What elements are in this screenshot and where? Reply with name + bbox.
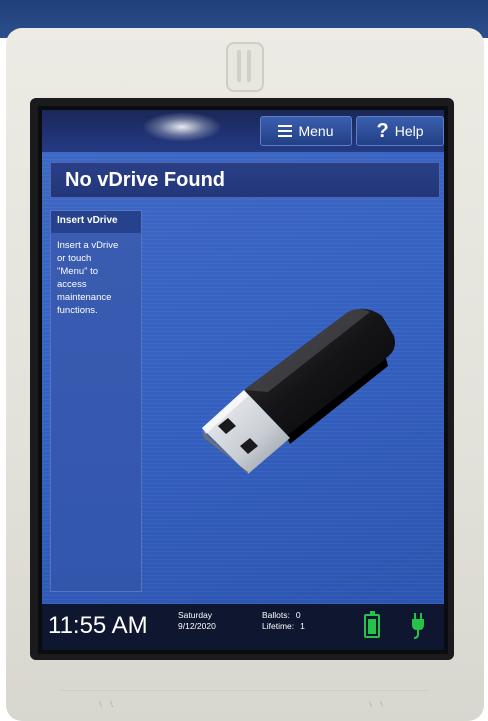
menu-button[interactable]: Menu (260, 116, 352, 146)
help-button-label: Help (394, 123, 424, 139)
lifetime-label: Lifetime: (262, 621, 295, 631)
screen-glare (142, 112, 222, 142)
clock-time: 11:55 AM (48, 612, 148, 639)
instruction-line: maintenance (57, 292, 112, 303)
hamburger-menu-icon (278, 125, 293, 137)
date-display: Saturday 9/12/2020 (178, 610, 216, 632)
ballots-count: 0 (295, 610, 301, 620)
battery-icon (364, 611, 380, 638)
ballot-counts: Ballots: 0 Lifetime: 1 (262, 610, 305, 632)
question-mark-icon: ? (376, 120, 389, 142)
instruction-line: Insert a vDrive (57, 240, 119, 251)
instruction-text: Insert a vDrive or touch "Menu" to acces… (57, 239, 137, 317)
help-button[interactable]: ? Help (356, 116, 444, 146)
power-plug-icon (412, 613, 424, 639)
instruction-line: functions. (57, 305, 98, 316)
menu-button-label: Menu (298, 123, 334, 139)
day-of-week: Saturday (178, 610, 213, 620)
page-title: No vDrive Found (65, 169, 226, 191)
lifetime-count: 1 (300, 621, 305, 631)
instruction-line: or touch (57, 253, 92, 264)
status-bar: 11:55 AM Saturday 9/12/2020 Ballots: 0 Li… (42, 604, 444, 650)
ballots-label: Ballots: (262, 610, 290, 620)
device-base (60, 690, 430, 713)
usb-drive-image (202, 308, 395, 474)
device-logo (226, 42, 264, 92)
instruction-line: "Menu" to (57, 266, 99, 277)
touch-screen: Menu ? Help No vDrive Found Insert vDriv… (42, 110, 444, 650)
instruction-panel: Insert vDrive Insert a vDrive or touch "… (50, 210, 142, 592)
instruction-line: access (57, 279, 87, 290)
top-bar: Menu ? Help (42, 110, 444, 152)
instruction-heading: Insert vDrive (51, 211, 141, 233)
current-date: 9/12/2020 (178, 621, 216, 631)
page-title-bar: No vDrive Found (50, 162, 440, 198)
